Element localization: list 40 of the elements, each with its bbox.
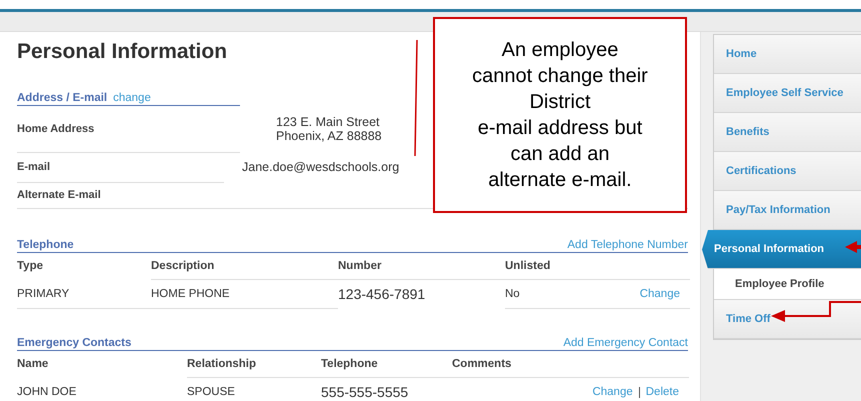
field-value: Jane.doe@wesdschools.org bbox=[242, 160, 400, 174]
table-cell-text: 123-456-7891 bbox=[338, 285, 426, 304]
column-header: Telephone bbox=[321, 351, 452, 378]
page-title: Personal Information bbox=[17, 40, 228, 65]
column-header: Number bbox=[338, 253, 505, 280]
row-action-link[interactable]: Change bbox=[640, 288, 680, 300]
field-value: 123 E. Main Street Phoenix, AZ 88888 bbox=[276, 115, 382, 143]
table-cell: HOME PHONE bbox=[151, 280, 338, 309]
table-cell-text: 555-555-5555 bbox=[321, 383, 410, 401]
section-title: Address / E-mail bbox=[17, 92, 108, 104]
nav-item[interactable]: Pay/Tax Information bbox=[714, 191, 861, 230]
nav-item[interactable]: Certifications bbox=[714, 152, 861, 191]
table-cell: No bbox=[505, 280, 620, 309]
column-header: Description bbox=[151, 253, 338, 280]
nav-subitem[interactable]: Employee Profile bbox=[714, 269, 861, 300]
section-title: Emergency Contacts bbox=[17, 337, 132, 349]
column-header: Type bbox=[17, 259, 44, 274]
nav-item[interactable]: Time Off bbox=[714, 300, 861, 339]
field-label: E-mail bbox=[17, 160, 52, 172]
callout-text: An employee cannot change their District e-mail address but can add an alternate e-mail. bbox=[472, 38, 648, 193]
table-cell: PRIMARY bbox=[17, 280, 151, 309]
nav-item[interactable]: Employee Self Service bbox=[714, 74, 861, 113]
column-header: Name bbox=[17, 357, 50, 372]
field-label: Alternate E-mail bbox=[17, 188, 102, 200]
section-title: Telephone bbox=[17, 239, 74, 251]
nav-item[interactable]: Personal Information bbox=[702, 230, 861, 269]
field-label: Home Address bbox=[17, 122, 96, 134]
column-header: Relationship bbox=[187, 351, 321, 378]
nav-item[interactable]: Benefits bbox=[714, 113, 861, 152]
column-header: Unlisted bbox=[505, 253, 620, 280]
nav-item[interactable]: Home bbox=[714, 35, 861, 74]
row-action-link[interactable]: Change bbox=[592, 386, 633, 398]
row-action-link[interactable]: Delete bbox=[646, 386, 679, 398]
table-cell: JOHN DOE bbox=[17, 378, 187, 401]
table-cell: SPOUSE bbox=[187, 378, 321, 401]
column-header: Comments bbox=[452, 351, 569, 378]
arrow-icon bbox=[845, 241, 861, 253]
change-link[interactable]: change bbox=[113, 92, 151, 104]
add-telephone-link[interactable]: Add Telephone Number bbox=[567, 239, 688, 251]
add-contact-link[interactable]: Add Emergency Contact bbox=[563, 337, 688, 349]
